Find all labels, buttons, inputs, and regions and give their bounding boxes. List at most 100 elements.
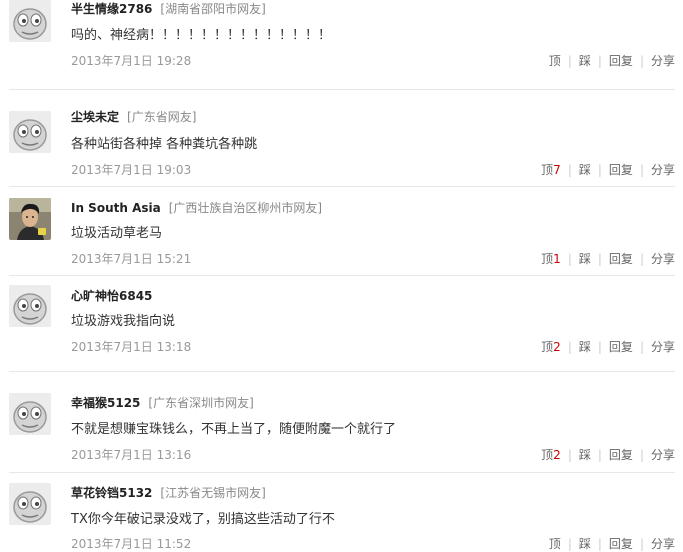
comment-actions: 顶 | 踩 | 回复 | 分享 (549, 535, 675, 552)
share-button[interactable]: 分享 (651, 537, 675, 551)
user-location: [广西壮族自治区柳州市网友] (168, 201, 323, 215)
comment-time: 2013年7月1日 13:16 (71, 448, 192, 462)
action-separator: | (597, 54, 602, 68)
username-link[interactable]: In South Asia (71, 201, 161, 215)
default-avatar-icon[interactable] (9, 285, 51, 327)
default-avatar-icon[interactable] (9, 483, 51, 525)
action-separator: | (597, 163, 602, 177)
comment-header: 心旷神怡6845 (71, 287, 160, 304)
user-location: [湖南省邵阳市网友] (160, 2, 266, 16)
user-photo-avatar[interactable] (9, 198, 51, 240)
upvote-label: 顶 (541, 340, 554, 354)
comment-header: 尘埃未定 [广东省网友] (71, 108, 196, 125)
action-separator: | (639, 252, 644, 266)
upvote-button[interactable]: 顶2 (541, 340, 561, 354)
comment-time: 2013年7月1日 11:52 (71, 537, 192, 551)
upvote-label: 顶 (548, 54, 561, 68)
share-button[interactable]: 分享 (651, 340, 675, 354)
action-separator: | (567, 252, 572, 266)
reply-button[interactable]: 回复 (609, 448, 633, 462)
action-separator: | (567, 163, 572, 177)
downvote-button[interactable]: 踩 (579, 448, 591, 462)
comment-divider (9, 275, 675, 276)
action-separator: | (597, 252, 602, 266)
comment-divider (9, 186, 675, 187)
user-location: [广东省网友] (127, 110, 197, 124)
username-link[interactable]: 草花铃铛5132 (71, 486, 152, 500)
action-separator: | (567, 448, 572, 462)
downvote-button[interactable]: 踩 (579, 340, 591, 354)
upvote-button[interactable]: 顶7 (541, 163, 561, 177)
comment-actions: 顶2 | 踩 | 回复 | 分享 (541, 338, 675, 355)
reply-button[interactable]: 回复 (609, 537, 633, 551)
upvote-label: 顶 (541, 163, 554, 177)
upvote-button[interactable]: 顶 (549, 537, 561, 551)
comment-time: 2013年7月1日 19:28 (71, 54, 192, 68)
reply-button[interactable]: 回复 (609, 252, 633, 266)
share-button[interactable]: 分享 (651, 163, 675, 177)
user-location: [江苏省无锡市网友] (160, 486, 266, 500)
user-location: [广东省深圳市网友] (148, 396, 254, 410)
comment-header: In South Asia [广西壮族自治区柳州市网友] (71, 199, 322, 216)
action-separator: | (639, 537, 644, 551)
share-button[interactable]: 分享 (651, 54, 675, 68)
action-separator: | (567, 54, 572, 68)
comment-text: 垃圾活动草老马 (71, 226, 163, 241)
comment-divider (9, 371, 675, 372)
comment-header: 幸福猴5125 [广东省深圳市网友] (71, 394, 254, 411)
comment-text: 不就是想赚宝珠钱么，不再上当了，随便附魔一个就行了 (71, 422, 397, 437)
comment-meta: 2013年7月1日 13:16 顶2 | 踩 | 回复 | 分享 (71, 446, 675, 462)
comment-actions: 顶2 | 踩 | 回复 | 分享 (541, 446, 675, 463)
comment-meta: 2013年7月1日 11:52 顶 | 踩 | 回复 | 分享 (71, 535, 675, 551)
upvote-label: 顶 (541, 252, 554, 266)
upvote-button[interactable]: 顶2 (541, 448, 561, 462)
comment-header: 草花铃铛5132 [江苏省无锡市网友] (71, 484, 266, 501)
reply-button[interactable]: 回复 (609, 163, 633, 177)
downvote-button[interactable]: 踩 (579, 537, 591, 551)
comment-time: 2013年7月1日 19:03 (71, 163, 192, 177)
action-separator: | (639, 163, 644, 177)
comment-time: 2013年7月1日 13:18 (71, 340, 192, 354)
upvote-count: 2 (553, 340, 561, 354)
username-link[interactable]: 尘埃未定 (71, 110, 119, 124)
upvote-count: 7 (553, 163, 561, 177)
username-link[interactable]: 半生情缘2786 (71, 2, 152, 16)
comment-actions: 顶7 | 踩 | 回复 | 分享 (541, 161, 675, 178)
default-avatar-icon[interactable] (9, 111, 51, 153)
action-separator: | (639, 340, 644, 354)
downvote-button[interactable]: 踩 (579, 252, 591, 266)
share-button[interactable]: 分享 (651, 448, 675, 462)
comment-header: 半生情缘2786 [湖南省邵阳市网友] (71, 0, 266, 17)
upvote-label: 顶 (548, 537, 561, 551)
downvote-button[interactable]: 踩 (579, 54, 591, 68)
default-avatar-icon[interactable] (9, 0, 51, 42)
comment-actions: 顶1 | 踩 | 回复 | 分享 (541, 250, 675, 267)
comment-text: 吗的、神经病！！！！！！！！！！！！！！ (71, 28, 332, 43)
upvote-label: 顶 (541, 448, 554, 462)
upvote-button[interactable]: 顶 (549, 54, 561, 68)
action-separator: | (597, 537, 602, 551)
action-separator: | (639, 54, 644, 68)
comment-text: 垃圾游戏我指向说 (71, 314, 176, 329)
comment-text: TX你今年破记录没戏了，别搞这些活动了行不 (71, 512, 335, 527)
comment-divider (9, 89, 675, 90)
default-avatar-icon[interactable] (9, 393, 51, 435)
comment-meta: 2013年7月1日 19:28 顶 | 踩 | 回复 | 分享 (71, 52, 675, 68)
comment-meta: 2013年7月1日 19:03 顶7 | 踩 | 回复 | 分享 (71, 161, 675, 177)
comment-time: 2013年7月1日 15:21 (71, 252, 192, 266)
comment-text: 各种站街各种掉 各种粪坑各种跳 (71, 137, 258, 152)
upvote-count: 2 (553, 448, 561, 462)
reply-button[interactable]: 回复 (609, 54, 633, 68)
action-separator: | (597, 448, 602, 462)
upvote-count: 1 (553, 252, 561, 266)
username-link[interactable]: 幸福猴5125 (71, 396, 140, 410)
reply-button[interactable]: 回复 (609, 340, 633, 354)
downvote-button[interactable]: 踩 (579, 163, 591, 177)
comment-meta: 2013年7月1日 13:18 顶2 | 踩 | 回复 | 分享 (71, 338, 675, 354)
action-separator: | (567, 340, 572, 354)
username-link[interactable]: 心旷神怡6845 (71, 289, 152, 303)
action-separator: | (597, 340, 602, 354)
upvote-button[interactable]: 顶1 (541, 252, 561, 266)
share-button[interactable]: 分享 (651, 252, 675, 266)
action-separator: | (567, 537, 572, 551)
